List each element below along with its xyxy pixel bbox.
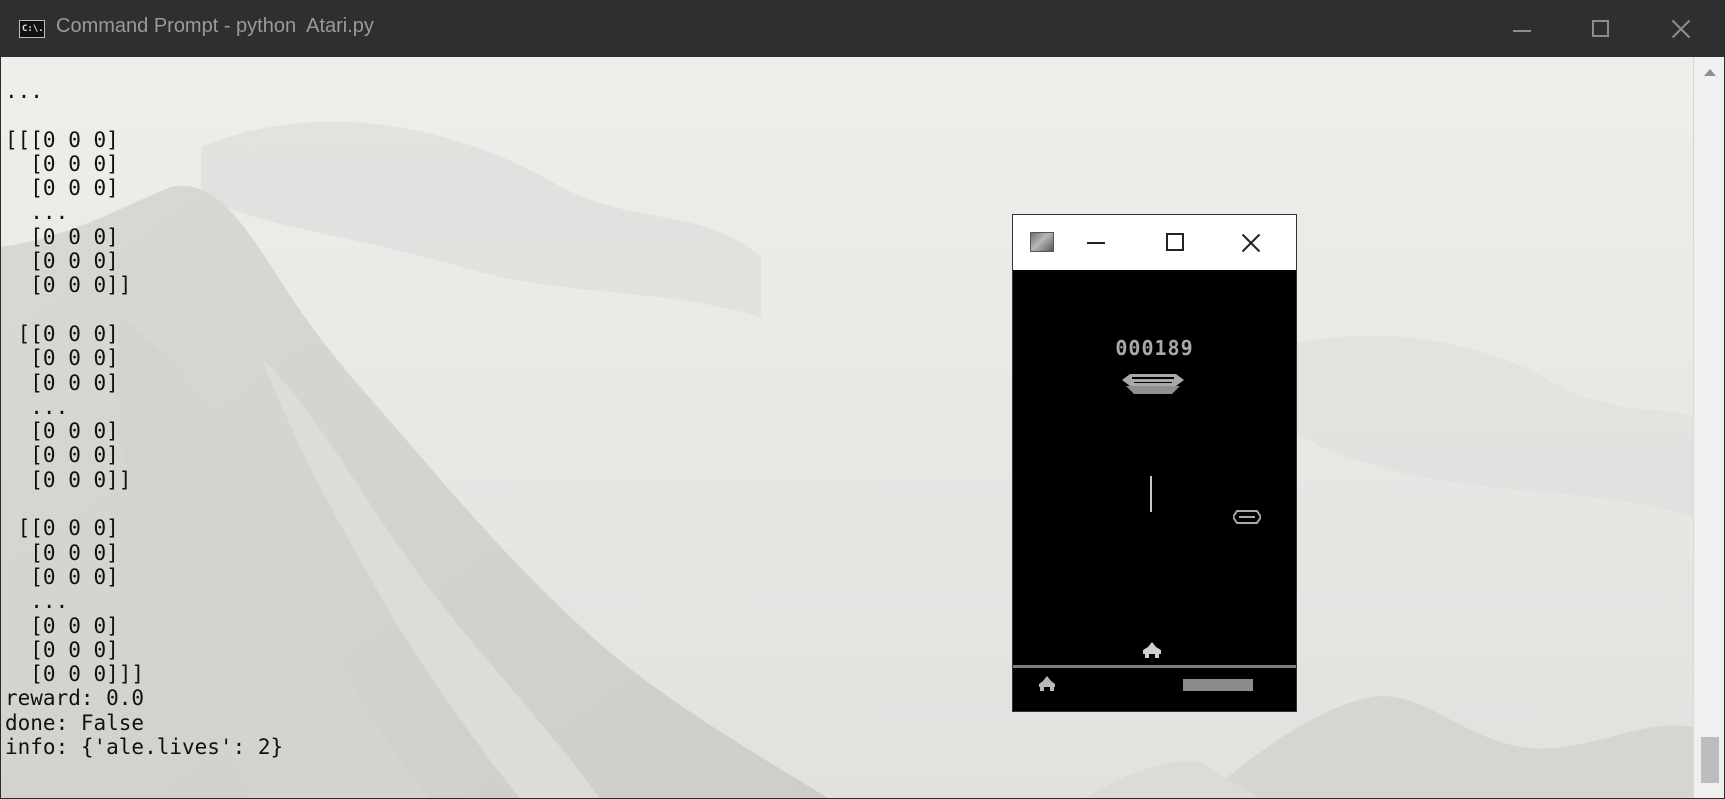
maximize-icon <box>1592 20 1609 37</box>
minimize-icon <box>1087 242 1105 244</box>
scroll-up-arrow-icon[interactable] <box>1704 69 1716 76</box>
minimize-icon <box>1513 30 1531 32</box>
game-close-button[interactable] <box>1223 215 1283 270</box>
command-prompt-window[interactable]: C:\. Command Prompt - python Atari.py ..… <box>0 0 1725 799</box>
game-titlebar[interactable] <box>1013 215 1296 270</box>
console-output-text: ... [[[0 0 0] [0 0 0] [0 0 0] ... [0 0 0… <box>5 79 284 760</box>
reserve-life-icon <box>1039 676 1055 691</box>
maximize-button[interactable] <box>1561 1 1641 57</box>
command-prompt-icon: C:\. <box>19 20 45 38</box>
vertical-scrollbar[interactable] <box>1693 57 1724 798</box>
player-ship-sprite <box>1143 642 1161 658</box>
score-display: 000189 <box>1115 336 1194 360</box>
console-titlebar[interactable]: C:\. Command Prompt - python Atari.py <box>1 1 1724 57</box>
window-title: Command Prompt - python Atari.py <box>56 15 374 37</box>
close-button[interactable] <box>1641 1 1721 57</box>
mothership-sprite <box>1122 374 1184 394</box>
ground-line <box>1013 665 1296 668</box>
energy-bar <box>1183 679 1253 691</box>
laser-shot <box>1150 476 1152 512</box>
scrollbar-thumb[interactable] <box>1701 737 1719 783</box>
maximize-icon <box>1166 233 1184 251</box>
console-output-area[interactable]: ... [[[0 0 0] [0 0 0] [0 0 0] ... [0 0 0… <box>1 57 1693 798</box>
game-window-icon <box>1030 232 1054 252</box>
game-minimize-button[interactable] <box>1071 215 1121 270</box>
enemy-sprite <box>1233 510 1261 524</box>
minimize-button[interactable] <box>1481 1 1561 57</box>
atari-game-window[interactable]: 000189 <box>1012 214 1297 712</box>
game-maximize-button[interactable] <box>1150 215 1200 270</box>
game-screen[interactable]: 000189 <box>1013 270 1296 711</box>
